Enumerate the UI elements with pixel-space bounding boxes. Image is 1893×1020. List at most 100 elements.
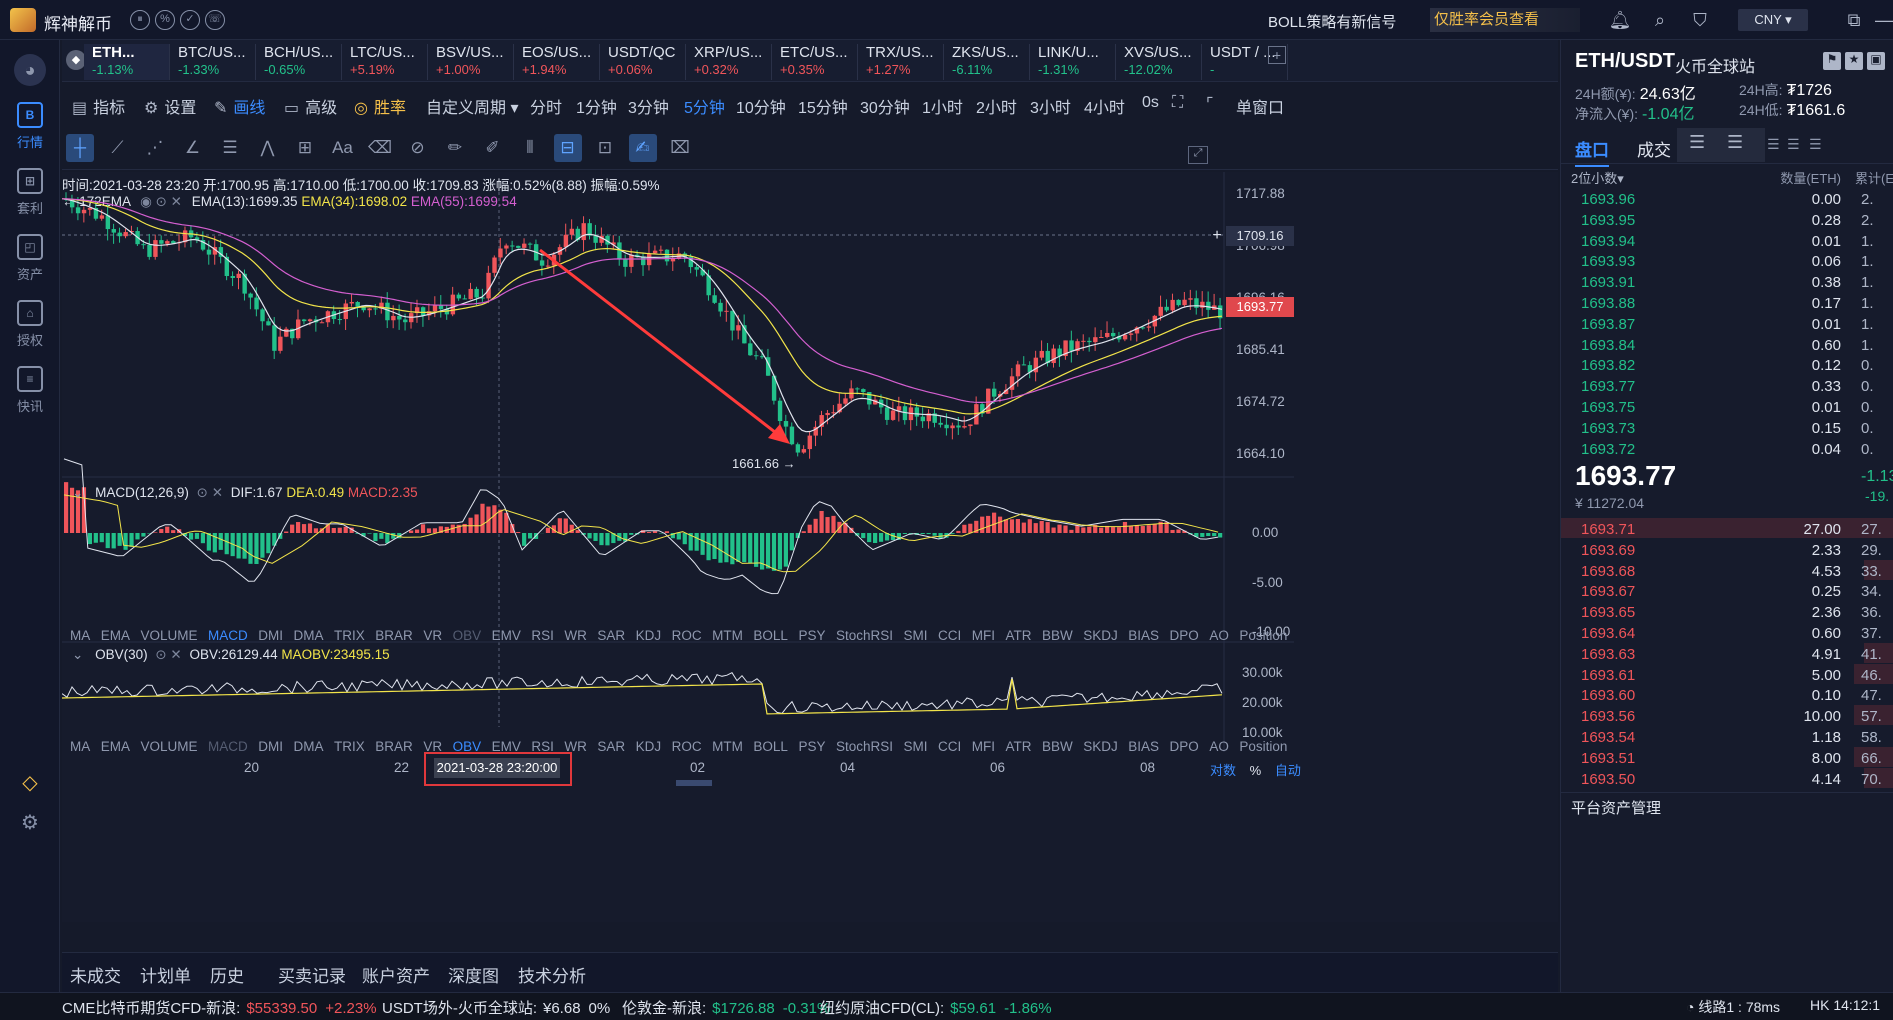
indicator-option[interactable]: BOLL bbox=[753, 628, 788, 643]
globe-icon[interactable]: ◕ bbox=[14, 54, 46, 86]
ask-row[interactable]: 1693.72 0.04 0. bbox=[1561, 438, 1893, 463]
edit-icon[interactable]: ✍ bbox=[628, 134, 657, 162]
indicator-option[interactable]: KDJ bbox=[636, 739, 662, 754]
window-icon[interactable]: ⌜ bbox=[1206, 94, 1214, 114]
ticker-tab[interactable]: TRX/US... +1.27% bbox=[858, 44, 944, 80]
fullscreen-expand-icon[interactable]: ⛶ bbox=[1172, 94, 1183, 112]
ticker-tab[interactable]: LINK/U... -1.31% bbox=[1030, 44, 1116, 80]
indicator-option[interactable]: TRIX bbox=[334, 628, 365, 643]
ticker-tab[interactable]: ETC/US... +0.35% bbox=[772, 44, 858, 80]
precision-select[interactable]: 2位小数▾ bbox=[1571, 168, 1624, 187]
asks-icon[interactable]: ☰ bbox=[1767, 136, 1780, 153]
indicator-option[interactable]: StochRSI bbox=[836, 739, 893, 754]
alert-icon[interactable]: ⚑ bbox=[1823, 52, 1841, 70]
indicator-option[interactable]: DMA bbox=[294, 628, 324, 643]
indicator-option[interactable]: RSI bbox=[531, 628, 554, 643]
add-tab-icon[interactable]: + bbox=[1268, 46, 1286, 64]
magnet-icon[interactable]: ⊡ bbox=[591, 134, 619, 162]
nav-authorize[interactable]: ⌂ 授权 bbox=[0, 292, 60, 362]
indicator-option[interactable]: ATR bbox=[1006, 628, 1032, 643]
indicator-option[interactable]: BOLL bbox=[753, 739, 788, 754]
signal-notice[interactable]: BOLL策略有新信号 bbox=[1268, 11, 1396, 32]
indicator-option[interactable]: DPO bbox=[1170, 628, 1199, 643]
window-pop-icon[interactable]: ⧉ bbox=[1842, 8, 1866, 32]
ticker-tab[interactable]: LTC/US... +5.19% bbox=[342, 44, 428, 80]
bid-row[interactable]: 1693.50 4.14 70. bbox=[1561, 767, 1893, 793]
status-quote[interactable]: 纽约原油CFD(CL): $59.61 -1.86% bbox=[820, 997, 1052, 1018]
status-quote[interactable]: USDT场外-火币全球站: ¥6.68 0% bbox=[382, 997, 610, 1018]
ob-mode-icon[interactable]: ☰ bbox=[1809, 136, 1822, 153]
indicator-option[interactable]: AO bbox=[1209, 628, 1229, 643]
ticker-tab[interactable]: ETH... -1.13% bbox=[84, 44, 170, 80]
bottom-tab[interactable]: 技术分析 bbox=[518, 962, 586, 987]
more-icon[interactable]: ▣ bbox=[1867, 52, 1885, 70]
nav-arbitrage[interactable]: ⊞ 套利 bbox=[0, 160, 60, 230]
toolbar-advanced[interactable]: ▭ 高级 bbox=[284, 94, 337, 118]
star-icon[interactable]: ★ bbox=[1845, 52, 1863, 70]
indicator-option[interactable]: DMA bbox=[294, 739, 324, 754]
multi-line-icon[interactable]: ⋰ bbox=[141, 134, 169, 162]
indicator-option[interactable]: EMA bbox=[101, 628, 130, 643]
indicator-option[interactable]: WR bbox=[564, 628, 587, 643]
diamond-icon[interactable]: ◇ bbox=[18, 770, 42, 794]
candle-icon[interactable]: ⫴ bbox=[516, 134, 544, 162]
ticker-tab[interactable]: XVS/US... -12.02% bbox=[1116, 44, 1202, 80]
hide-icon[interactable]: ⊘ bbox=[404, 134, 432, 162]
line-icon[interactable]: ⟋ bbox=[104, 134, 132, 162]
indicator-option[interactable]: DMI bbox=[258, 628, 283, 643]
indicator-option[interactable]: BIAS bbox=[1128, 628, 1159, 643]
indicator-option[interactable]: CCI bbox=[938, 628, 961, 643]
eraser-icon[interactable]: ⌫ bbox=[366, 134, 394, 162]
bottom-tab[interactable]: 未成交 bbox=[70, 962, 121, 995]
shape-icon[interactable]: ⊞ bbox=[291, 134, 319, 162]
brush-icon[interactable]: ✐ bbox=[479, 134, 507, 162]
indicator-option[interactable]: StochRSI bbox=[836, 628, 893, 643]
bottom-tab[interactable]: 买卖记录 bbox=[278, 962, 346, 987]
ticker-tab[interactable]: BTC/US... -1.33% bbox=[170, 44, 256, 80]
ticker-tab[interactable]: BSV/US... +1.00% bbox=[428, 44, 514, 80]
period-tab[interactable]: 5分钟 bbox=[684, 94, 725, 118]
nav-assets[interactable]: ◰ 资产 bbox=[0, 226, 60, 296]
indicator-option[interactable]: VR bbox=[423, 628, 442, 643]
indicator-option[interactable]: SKDJ bbox=[1083, 628, 1118, 643]
text-icon[interactable]: Aa bbox=[329, 134, 357, 162]
indicator-option[interactable]: BBW bbox=[1042, 628, 1073, 643]
ticker-tab[interactable]: XRP/US... +0.32% bbox=[686, 44, 772, 80]
platform-assets-link[interactable]: 平台资产管理 bbox=[1571, 797, 1661, 818]
indicator-option[interactable]: DPO bbox=[1170, 739, 1199, 754]
indicator-option[interactable]: SMI bbox=[903, 628, 927, 643]
indicator-option[interactable]: MTM bbox=[712, 628, 743, 643]
angle-icon[interactable]: ∠ bbox=[179, 134, 207, 162]
indicator-option[interactable]: SKDJ bbox=[1083, 739, 1118, 754]
indicator-option[interactable]: VOLUME bbox=[141, 628, 198, 643]
shirt-icon[interactable]: ⛉ bbox=[1688, 8, 1712, 32]
add-alert-icon[interactable]: + bbox=[1208, 226, 1226, 246]
vip-tag[interactable]: 仅胜率会员查看 bbox=[1430, 8, 1580, 32]
indicator-option[interactable]: MA bbox=[70, 628, 90, 643]
period-tab[interactable]: 3分钟 bbox=[628, 94, 669, 118]
indicator-option[interactable]: AO bbox=[1209, 739, 1229, 754]
phone-icon[interactable]: ☏ bbox=[205, 10, 225, 30]
list-icon[interactable]: ☰ bbox=[1727, 132, 1743, 153]
ticker-tab[interactable]: ZKS/US... -6.11% bbox=[944, 44, 1030, 80]
indicator-option[interactable]: BRAR bbox=[375, 739, 413, 754]
toolbar-winrate[interactable]: ◎ 胜率 bbox=[354, 94, 406, 118]
toolbar-indicator[interactable]: ▤ 指标 bbox=[72, 94, 125, 118]
percent-icon[interactable]: % bbox=[155, 10, 175, 30]
log-scale-toggle[interactable]: 对数 bbox=[1210, 763, 1236, 778]
period-tab[interactable]: 1分钟 bbox=[576, 94, 617, 118]
bottom-tab[interactable]: 账户资产 bbox=[362, 962, 430, 987]
single-window-button[interactable]: 单窗口 bbox=[1236, 94, 1284, 118]
period-tab[interactable]: 10分钟 bbox=[736, 94, 786, 118]
period-tab[interactable]: 2小时 bbox=[976, 94, 1017, 118]
search-icon[interactable]: ⌕ bbox=[1648, 8, 1672, 32]
fullscreen-icon[interactable]: ⤢ bbox=[1188, 146, 1208, 164]
bell-icon[interactable]: 🔔︎ bbox=[1608, 8, 1632, 32]
custom-period-select[interactable]: 自定义周期 ▾ bbox=[426, 94, 518, 118]
bids-icon[interactable]: ☰ bbox=[1787, 136, 1800, 153]
indicator-option[interactable]: OBV bbox=[453, 628, 482, 643]
period-tab[interactable]: 4小时 bbox=[1084, 94, 1125, 118]
indicator-option[interactable]: TRIX bbox=[334, 739, 365, 754]
chart-svg[interactable] bbox=[62, 172, 1296, 752]
period-tab[interactable]: 15分钟 bbox=[798, 94, 848, 118]
